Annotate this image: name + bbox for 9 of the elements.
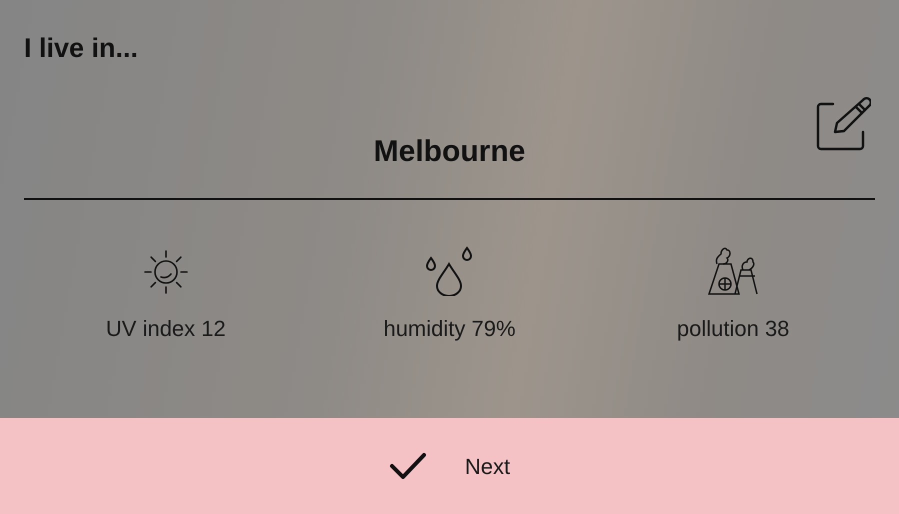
edit-icon[interactable]: [815, 96, 871, 152]
stat-label: UV index 12: [106, 315, 226, 343]
next-button[interactable]: Next: [0, 418, 899, 514]
city-field[interactable]: Melbourne: [374, 128, 526, 174]
check-icon: [388, 452, 427, 480]
stat-label: pollution 38: [676, 315, 790, 343]
heading: I live in...: [24, 32, 138, 65]
sun-icon: [142, 248, 190, 296]
stat-label: humidity 79%: [383, 315, 516, 343]
